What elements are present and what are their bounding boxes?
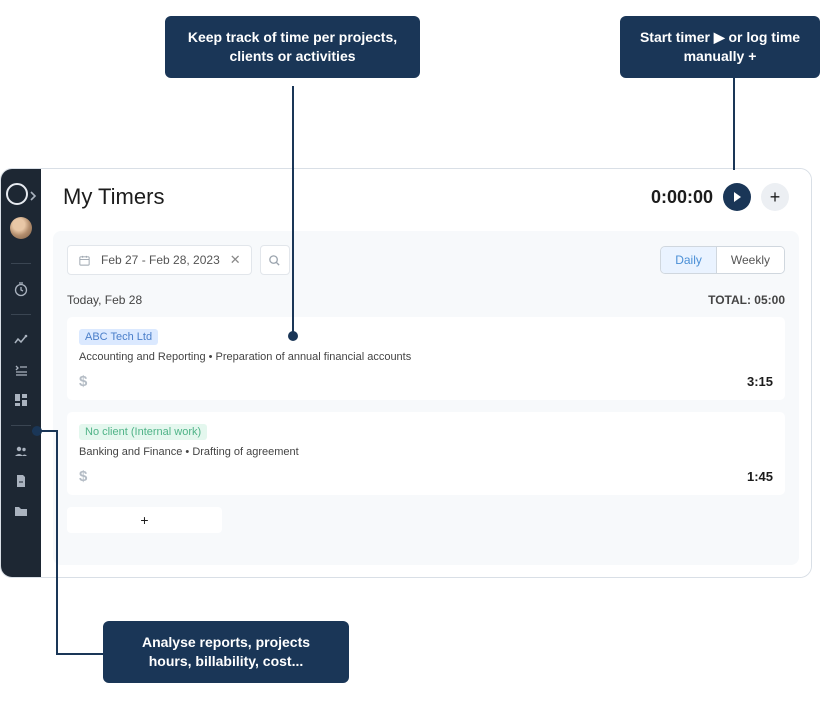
divider xyxy=(11,263,31,264)
main-panel: My Timers 0:00:00 + Feb 27 - Feb 28, 202… xyxy=(41,169,811,577)
callout-bottom: Analyse reports, projects hours, billabi… xyxy=(103,621,349,683)
sidebar-item-timers[interactable] xyxy=(10,278,32,300)
sidebar-item-tasks[interactable] xyxy=(10,359,32,381)
day-summary: Today, Feb 28 TOTAL: 05:00 xyxy=(67,293,785,307)
time-entry[interactable]: No client (Internal work) Banking and Fin… xyxy=(67,412,785,495)
view-toggle: Daily Weekly xyxy=(660,246,785,274)
page-title: My Timers xyxy=(63,184,651,210)
divider xyxy=(11,425,31,426)
search-button[interactable] xyxy=(260,245,290,275)
header: My Timers 0:00:00 + xyxy=(41,169,811,219)
play-icon xyxy=(731,191,743,203)
sidebar-item-dashboard[interactable] xyxy=(10,389,32,411)
sidebar-item-analytics[interactable] xyxy=(10,329,32,351)
plus-icon: + xyxy=(770,187,781,208)
client-badge: No client (Internal work) xyxy=(79,424,207,440)
day-total: TOTAL: 05:00 xyxy=(708,293,785,307)
billable-icon[interactable]: $ xyxy=(79,468,87,485)
logo-icon xyxy=(6,183,28,205)
calendar-icon xyxy=(78,254,91,267)
content-area: Feb 27 - Feb 28, 2023 ✕ Daily Weekly Tod… xyxy=(53,231,799,565)
avatar[interactable] xyxy=(10,217,32,239)
expand-sidebar-button[interactable] xyxy=(29,191,37,201)
date-range-picker[interactable]: Feb 27 - Feb 28, 2023 ✕ xyxy=(67,245,252,275)
entry-description: Banking and Finance • Drafting of agreem… xyxy=(79,446,773,458)
start-timer-button[interactable] xyxy=(723,183,751,211)
sidebar-item-files[interactable] xyxy=(10,500,32,522)
callout-top-left: Keep track of time per projects, clients… xyxy=(165,16,420,78)
day-label: Today, Feb 28 xyxy=(67,293,142,307)
sidebar xyxy=(1,169,41,577)
app-window: My Timers 0:00:00 + Feb 27 - Feb 28, 202… xyxy=(0,168,812,578)
divider xyxy=(11,314,31,315)
billable-icon[interactable]: $ xyxy=(79,373,87,390)
add-entry-button[interactable]: + xyxy=(67,507,222,533)
view-daily-tab[interactable]: Daily xyxy=(661,247,717,273)
client-badge: ABC Tech Ltd xyxy=(79,329,158,345)
timer-display: 0:00:00 xyxy=(651,187,713,208)
time-entry[interactable]: ABC Tech Ltd Accounting and Reporting • P… xyxy=(67,317,785,400)
callout-top-right: Start timer ▶ or log time manually + xyxy=(620,16,820,78)
search-icon xyxy=(268,254,281,267)
date-range-text: Feb 27 - Feb 28, 2023 xyxy=(101,253,220,267)
entry-duration: 1:45 xyxy=(747,469,773,484)
entry-description: Accounting and Reporting • Preparation o… xyxy=(79,351,773,363)
toolbar: Feb 27 - Feb 28, 2023 ✕ Daily Weekly xyxy=(67,245,785,275)
entry-duration: 3:15 xyxy=(747,374,773,389)
sidebar-item-team[interactable] xyxy=(10,440,32,462)
clear-date-button[interactable]: ✕ xyxy=(230,252,241,268)
add-time-button[interactable]: + xyxy=(761,183,789,211)
view-weekly-tab[interactable]: Weekly xyxy=(717,247,784,273)
sidebar-item-documents[interactable] xyxy=(10,470,32,492)
